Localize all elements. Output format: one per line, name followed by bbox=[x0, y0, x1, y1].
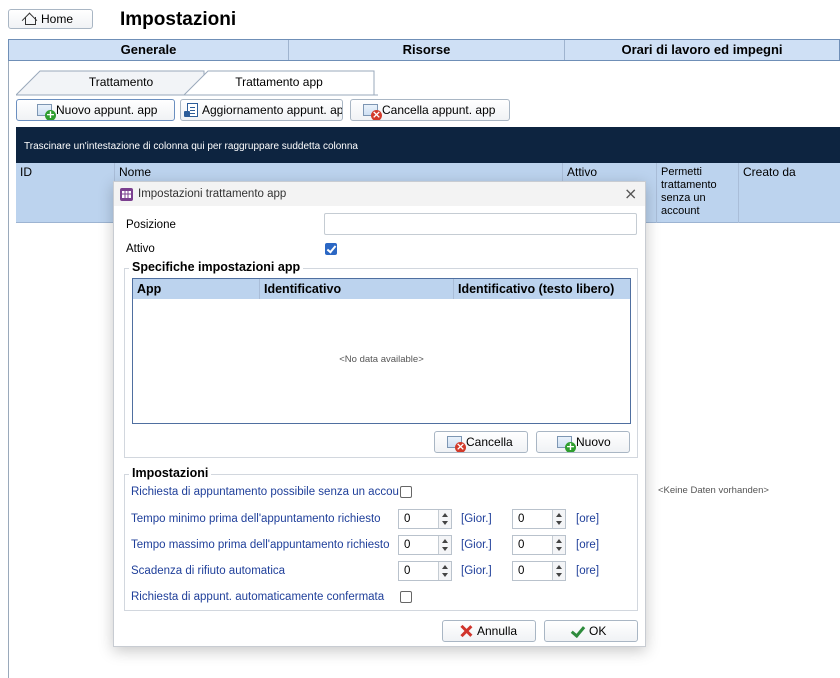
page-title: Impostazioni bbox=[120, 9, 237, 30]
new-label: Nuovo appunt. app bbox=[56, 103, 158, 117]
subtab-trattamento[interactable]: Trattamento bbox=[60, 72, 182, 94]
scadenza-hours-unit: [ore] bbox=[576, 565, 600, 577]
delete-label: Cancella appunt. app bbox=[382, 103, 496, 117]
add-icon bbox=[557, 436, 576, 452]
tempo-minimo-hours-unit: [ore] bbox=[576, 513, 600, 525]
delete-app-appointment-button[interactable]: Cancella appunt. app bbox=[350, 99, 510, 121]
scadenza-days-stepper[interactable]: 0 bbox=[398, 561, 452, 581]
tempo-massimo-hours-unit: [ore] bbox=[576, 539, 600, 551]
ok-label: OK bbox=[589, 624, 607, 638]
senza-account-checkbox[interactable] bbox=[400, 486, 412, 498]
cancella-label: Cancella bbox=[466, 435, 513, 449]
column-id[interactable]: ID bbox=[16, 163, 114, 223]
scadenza-days-unit: [Gior.] bbox=[461, 565, 492, 577]
close-x-icon bbox=[459, 624, 473, 638]
scadenza-hours-stepper[interactable]: 0 bbox=[512, 561, 566, 581]
dialog-titlebar: Impostazioni trattamento app × bbox=[114, 182, 645, 206]
tempo-massimo-hours-stepper[interactable]: 0 bbox=[512, 535, 566, 555]
update-app-appointment-button[interactable]: Aggiornamento appunt. ap bbox=[180, 99, 343, 121]
posizione-input[interactable] bbox=[324, 213, 637, 235]
app-table-empty: <No data available> bbox=[339, 354, 424, 365]
tempo-massimo-days-unit: [Gior.] bbox=[461, 539, 492, 551]
cancella-button[interactable]: Cancella bbox=[434, 431, 528, 453]
attivo-checkbox[interactable] bbox=[325, 243, 337, 255]
app-table: App Identificativo Identificativo (testo… bbox=[132, 278, 631, 424]
delete-icon bbox=[447, 436, 466, 452]
tab-orari-lavoro[interactable]: Orari di lavoro ed impegni bbox=[565, 40, 839, 60]
close-icon[interactable]: × bbox=[624, 184, 637, 203]
add-icon bbox=[37, 104, 56, 120]
ok-button[interactable]: OK bbox=[544, 620, 638, 642]
main-tab-bar: Generale Risorse Orari di lavoro ed impe… bbox=[8, 39, 840, 61]
settings-dialog: Impostazioni trattamento app × Posizione… bbox=[113, 181, 646, 647]
new-app-appointment-button[interactable]: Nuovo appunt. app bbox=[16, 99, 175, 121]
app-column-app[interactable]: App bbox=[137, 282, 161, 296]
column-creato-da[interactable]: Creato da bbox=[738, 163, 840, 223]
tempo-minimo-days-unit: [Gior.] bbox=[461, 513, 492, 525]
annulla-label: Annulla bbox=[477, 624, 518, 638]
app-icon bbox=[120, 188, 133, 201]
tempo-minimo-hours-stepper[interactable]: 0 bbox=[512, 509, 566, 529]
setting-label-senza-account: Richiesta di appuntamento possibile senz… bbox=[131, 486, 399, 498]
tab-risorse[interactable]: Risorse bbox=[289, 40, 565, 60]
grid-empty-text: <Keine Daten vorhanden> bbox=[658, 485, 769, 496]
auto-confermata-checkbox[interactable] bbox=[400, 591, 412, 603]
app-settings-legend: Specifiche impostazioni app bbox=[129, 260, 304, 274]
nuovo-button[interactable]: Nuovo bbox=[536, 431, 630, 453]
column-permetti[interactable]: Permetti trattamento senza un account bbox=[656, 163, 738, 223]
home-label: Home bbox=[41, 12, 74, 26]
app-table-header: App Identificativo Identificativo (testo… bbox=[133, 279, 630, 299]
tempo-minimo-days-stepper[interactable]: 0 bbox=[398, 509, 452, 529]
app-column-identificativo-libero[interactable]: Identificativo (testo libero) bbox=[453, 279, 614, 299]
settings-legend: Impostazioni bbox=[129, 466, 212, 480]
dialog-title: Impostazioni trattamento app bbox=[138, 188, 287, 200]
tab-generale[interactable]: Generale bbox=[9, 40, 289, 60]
update-document-icon bbox=[184, 103, 198, 117]
home-icon bbox=[23, 12, 37, 26]
setting-label-auto-confermata: Richiesta di appunt. automaticamente con… bbox=[131, 591, 385, 603]
setting-label-scadenza: Scadenza di rifiuto automatica bbox=[131, 565, 286, 577]
setting-label-tempo-minimo: Tempo minimo prima dell'appuntamento ric… bbox=[131, 513, 381, 525]
annulla-button[interactable]: Annulla bbox=[442, 620, 536, 642]
subtab-trattamento-app[interactable]: Trattamento app bbox=[205, 72, 353, 94]
app-column-identificativo[interactable]: Identificativo bbox=[259, 279, 341, 299]
attivo-label: Attivo bbox=[126, 243, 155, 255]
update-label: Aggiornamento appunt. ap bbox=[202, 103, 343, 117]
delete-icon bbox=[363, 104, 382, 120]
group-by-area[interactable]: Trascinare un'intestazione di colonna qu… bbox=[16, 127, 840, 163]
check-icon bbox=[571, 624, 585, 638]
posizione-label: Posizione bbox=[126, 219, 176, 231]
tempo-massimo-days-stepper[interactable]: 0 bbox=[398, 535, 452, 555]
home-button[interactable]: Home bbox=[8, 9, 93, 29]
nuovo-label: Nuovo bbox=[576, 435, 611, 449]
setting-label-tempo-massimo: Tempo massimo prima dell'appuntamento ri… bbox=[131, 539, 390, 551]
